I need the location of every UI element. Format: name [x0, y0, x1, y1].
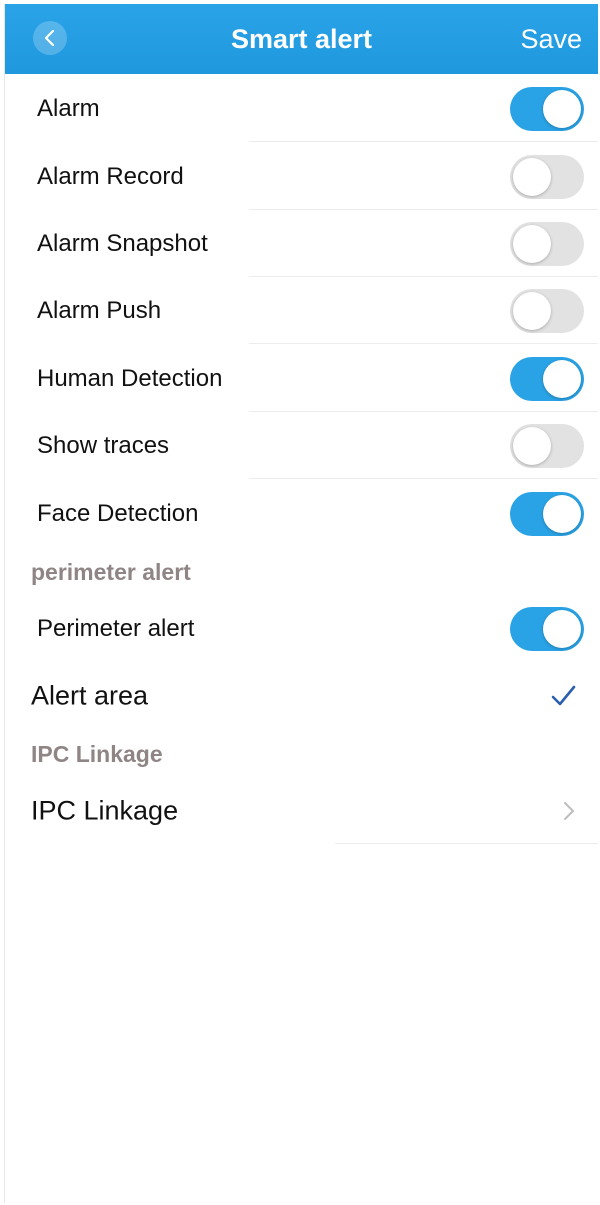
setting-row-alert-area[interactable]: Alert area: [5, 663, 598, 729]
divider: [249, 411, 598, 412]
divider: [335, 843, 598, 844]
human-detection-toggle[interactable]: [510, 357, 584, 401]
divider: [249, 276, 598, 277]
setting-row-alarm-record: Alarm Record: [5, 144, 598, 210]
toggle-knob: [543, 610, 581, 648]
setting-label: Alarm Push: [37, 297, 162, 324]
setting-label: Alert area: [31, 680, 149, 711]
toggle-knob: [543, 90, 581, 128]
show-traces-toggle[interactable]: [510, 424, 584, 468]
setting-row-alarm-snapshot: Alarm Snapshot: [5, 211, 598, 277]
setting-row-alarm-push: Alarm Push: [5, 278, 598, 344]
alarm-record-toggle[interactable]: [510, 155, 584, 199]
perimeter-alert-toggle[interactable]: [510, 607, 584, 651]
toggle-knob: [543, 360, 581, 398]
setting-row-show-traces: Show traces: [5, 413, 598, 479]
toggle-knob: [543, 495, 581, 533]
setting-label: IPC Linkage: [31, 795, 179, 826]
chevron-right-icon: [564, 802, 574, 820]
face-detection-toggle[interactable]: [510, 492, 584, 536]
setting-row-human-detection: Human Detection: [5, 346, 598, 412]
ipc-linkage-row[interactable]: IPC Linkage: [5, 778, 598, 844]
section-header-perimeter: perimeter alert: [31, 559, 191, 585]
page-title: Smart alert: [230, 24, 373, 54]
section-header-ipc: IPC Linkage: [31, 741, 163, 767]
divider: [249, 209, 598, 210]
setting-label: Perimeter alert: [37, 615, 195, 642]
setting-label: Show traces: [37, 432, 170, 459]
alarm-snapshot-toggle[interactable]: [510, 222, 584, 266]
setting-label: Human Detection: [37, 365, 223, 392]
setting-row-alarm: Alarm: [5, 76, 598, 142]
toggle-knob: [513, 225, 551, 263]
setting-label: Face Detection: [37, 500, 199, 527]
setting-label: Alarm: [37, 95, 100, 122]
screen: Smart alert Save Alarm Alarm Record Alar…: [4, 4, 598, 1203]
checkmark-icon: [551, 685, 576, 706]
setting-label: Alarm Record: [37, 163, 184, 190]
setting-label: Alarm Snapshot: [37, 230, 208, 257]
nav-bar: Smart alert Save: [5, 4, 598, 74]
divider: [249, 343, 598, 344]
toggle-knob: [513, 427, 551, 465]
toggle-knob: [513, 158, 551, 196]
alarm-toggle[interactable]: [510, 87, 584, 131]
divider: [249, 141, 598, 142]
toggle-knob: [513, 292, 551, 330]
alarm-push-toggle[interactable]: [510, 289, 584, 333]
setting-row-perimeter-alert: Perimeter alert: [5, 596, 598, 662]
setting-row-face-detection: Face Detection: [5, 481, 598, 547]
divider: [249, 478, 598, 479]
save-button[interactable]: Save: [520, 24, 582, 55]
